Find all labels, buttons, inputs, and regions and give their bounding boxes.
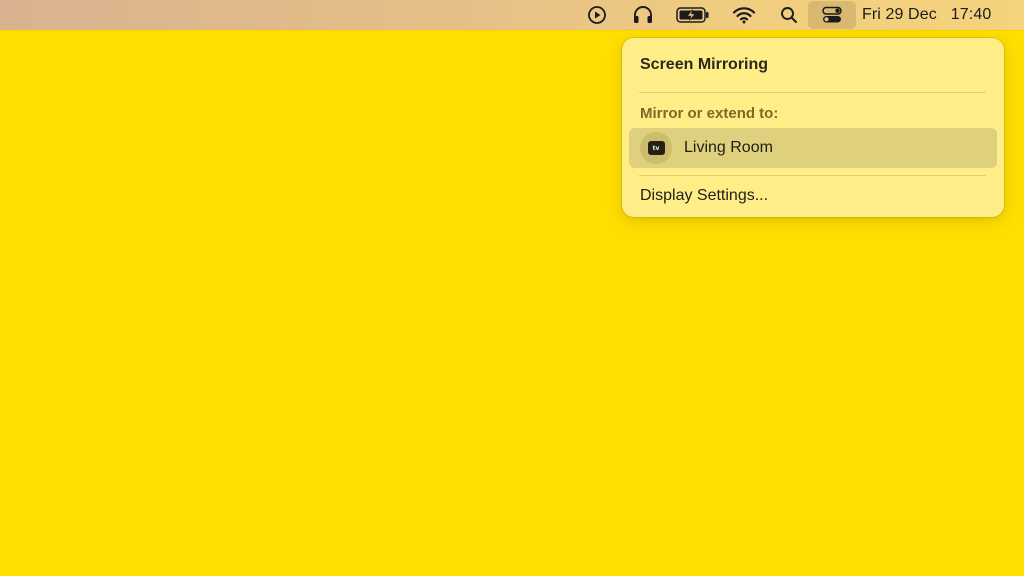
divider bbox=[639, 175, 986, 176]
menu-bar: Fri 29 Dec 17:40 bbox=[0, 0, 1024, 30]
screen-mirroring-panel: Screen Mirroring Mirror or extend to: tv… bbox=[622, 38, 1004, 217]
device-name: Living Room bbox=[684, 139, 773, 156]
wifi-icon[interactable] bbox=[730, 3, 758, 27]
device-item-living-room[interactable]: tv Living Room bbox=[629, 128, 997, 168]
apple-tv-icon: tv bbox=[647, 141, 665, 155]
panel-title: Screen Mirroring bbox=[640, 56, 769, 73]
divider bbox=[639, 92, 986, 93]
headphones-icon[interactable] bbox=[630, 3, 656, 27]
control-center-icon[interactable] bbox=[808, 1, 856, 29]
display-settings-button[interactable]: Display Settings... bbox=[640, 187, 768, 205]
section-label: Mirror or extend to: bbox=[640, 105, 779, 122]
search-icon[interactable] bbox=[777, 3, 801, 27]
menu-bar-clock[interactable]: Fri 29 Dec 17:40 bbox=[862, 0, 991, 30]
clock-date: Fri 29 Dec bbox=[862, 6, 937, 23]
clock-time: 17:40 bbox=[950, 6, 992, 23]
device-icon-circle: tv bbox=[640, 132, 672, 164]
battery-charging-icon[interactable] bbox=[675, 3, 711, 27]
play-circle-icon[interactable] bbox=[584, 3, 610, 27]
apple-tv-icon-text: tv bbox=[652, 144, 660, 152]
